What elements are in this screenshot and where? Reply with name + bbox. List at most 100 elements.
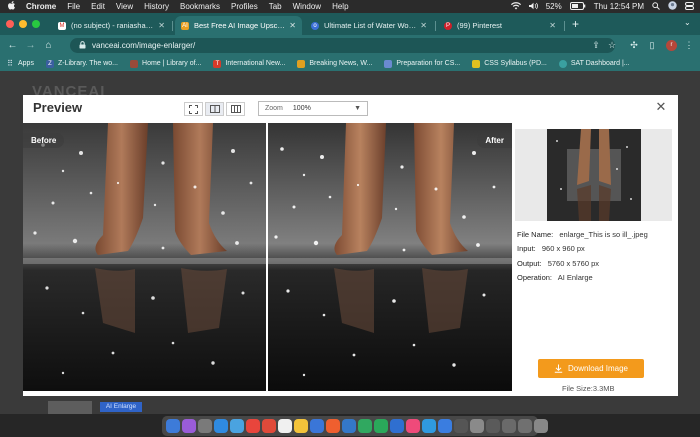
after-label: After (477, 133, 512, 148)
dock-app-icon[interactable] (358, 419, 372, 433)
dock-app-icon[interactable] (390, 419, 404, 433)
menu-profiles[interactable]: Profiles (231, 2, 258, 11)
bookmark-z-library[interactable]: Z Z-Library. The wo... (45, 59, 118, 68)
dock-app-icon[interactable] (486, 419, 500, 433)
info-key: Input: (517, 244, 536, 253)
forward-button[interactable]: → (24, 39, 37, 52)
bookmarks-bar: ⠿ Apps Z Z-Library. The wo... Home | Lib… (0, 56, 700, 71)
menu-help[interactable]: Help (332, 2, 348, 11)
address-bar[interactable]: vanceai.com/image-enlarger/ (70, 38, 615, 53)
bookmark-international-news[interactable]: T International New... (213, 59, 285, 68)
home-button[interactable]: ⌂ (42, 39, 55, 52)
tab-gmail[interactable]: M (no subject) - raniashahid09@... ✕ (52, 16, 171, 35)
zoom-select[interactable]: Zoom 100% ▼ (258, 101, 368, 116)
minimize-window-button[interactable] (19, 20, 27, 28)
tab-pinterest[interactable]: P (99) Pinterest ✕ (438, 16, 562, 35)
extensions-puzzle-icon[interactable]: ✣ (628, 39, 640, 51)
side-panel-icon[interactable]: ▯ (646, 39, 658, 51)
tab-close-icon[interactable]: ✕ (289, 21, 296, 30)
tab-water-words[interactable]: o Ultimate List of Water Words f... ✕ (305, 16, 433, 35)
bookmark-library[interactable]: Home | Library of... (130, 59, 202, 68)
menu-tab[interactable]: Tab (269, 2, 282, 11)
info-output: Output: 5760 x 5760 px (517, 259, 599, 268)
menu-window[interactable]: Window (293, 2, 321, 11)
dock-app-icon[interactable] (230, 419, 244, 433)
dock-app-icon[interactable] (278, 419, 292, 433)
tab-close-icon[interactable]: ✕ (420, 21, 427, 30)
info-input: Input: 960 x 960 px (517, 244, 585, 253)
after-image[interactable]: After (268, 123, 512, 391)
profile-avatar[interactable]: r (666, 40, 677, 51)
split-view-button[interactable] (205, 102, 224, 116)
user-avatar-icon[interactable] (668, 1, 677, 12)
dock-app-icon[interactable] (518, 419, 532, 433)
dock-app-icon[interactable] (438, 419, 452, 433)
bookmark-apps[interactable]: ⠿ Apps (6, 59, 34, 68)
wifi-icon[interactable] (510, 1, 521, 12)
maximize-window-button[interactable] (32, 20, 40, 28)
dock-app-icon[interactable] (214, 419, 228, 433)
z-library-icon: Z (45, 59, 54, 68)
menu-edit[interactable]: Edit (91, 2, 105, 11)
back-button[interactable]: ← (6, 39, 19, 52)
dock-app-icon[interactable] (246, 419, 260, 433)
css-icon (472, 59, 481, 68)
clock[interactable]: Thu 12:54 PM (594, 2, 644, 11)
fullscreen-view-button[interactable] (184, 102, 203, 116)
close-window-button[interactable] (6, 20, 14, 28)
bookmark-label: Home | Library of... (142, 60, 202, 67)
compare-view-icon (230, 105, 241, 113)
share-icon[interactable]: ⇪ (590, 39, 602, 51)
info-operation: Operation: AI Enlarge (517, 273, 593, 282)
caret-down-icon: ▼ (354, 105, 361, 112)
lock-icon[interactable] (79, 40, 86, 51)
dock-app-icon[interactable] (454, 419, 468, 433)
bookmark-breaking-news[interactable]: Breaking News, W... (297, 59, 372, 68)
dock-app-icon[interactable] (502, 419, 516, 433)
menu-file[interactable]: File (67, 2, 80, 11)
bookmark-sat-dashboard[interactable]: SAT Dashboard |... (558, 59, 630, 68)
bookmark-css-preparation[interactable]: Preparation for CS... (384, 59, 461, 68)
dock-app-icon[interactable] (294, 419, 308, 433)
menu-history[interactable]: History (144, 2, 169, 11)
dock-app-icon[interactable] (422, 419, 436, 433)
modal-header: Preview Zoom 100% ▼ ✕ (23, 95, 678, 122)
tab-title: Best Free AI Image Upscaler |... (194, 21, 285, 30)
dock-app-icon[interactable] (470, 419, 484, 433)
side-by-side-view-button[interactable] (226, 102, 245, 116)
dock-app-icon[interactable] (374, 419, 388, 433)
close-icon[interactable]: ✕ (654, 100, 668, 114)
dock-app-icon[interactable] (166, 419, 180, 433)
chrome-menu-icon[interactable]: ⋮ (683, 39, 695, 51)
menu-chrome[interactable]: Chrome (26, 2, 56, 11)
dock-app-icon[interactable] (182, 419, 196, 433)
menu-view[interactable]: View (116, 2, 133, 11)
vanceai-icon: AI (181, 21, 189, 30)
tab-close-icon[interactable]: ✕ (549, 21, 556, 30)
bookmark-star-icon[interactable]: ☆ (606, 39, 618, 51)
battery-icon[interactable] (569, 1, 586, 12)
download-image-button[interactable]: Download Image (538, 359, 644, 378)
before-image[interactable]: Before (23, 123, 266, 391)
dock-app-icon[interactable] (406, 419, 420, 433)
new-tab-button[interactable]: + (572, 17, 579, 31)
dock-app-icon[interactable] (342, 419, 356, 433)
tab-vanceai[interactable]: AI Best Free AI Image Upscaler |... ✕ (175, 16, 302, 35)
control-center-icon[interactable] (685, 1, 694, 12)
dock-app-icon[interactable] (326, 419, 340, 433)
tab-close-icon[interactable]: ✕ (158, 21, 165, 30)
info-value: 960 x 960 px (541, 244, 585, 253)
modal-title: Preview (33, 100, 83, 115)
tab-search-chevron-icon[interactable]: ⌄ (684, 18, 691, 27)
volume-icon[interactable] (528, 2, 538, 12)
bookmark-css-syllabus[interactable]: CSS Syllabus (PD... (472, 59, 547, 68)
dock-app-icon[interactable] (198, 419, 212, 433)
dock-app-icon[interactable] (534, 419, 548, 433)
apple-menu-icon[interactable] (8, 1, 16, 12)
dock-app-icon[interactable] (262, 419, 276, 433)
menu-bookmarks[interactable]: Bookmarks (180, 2, 220, 11)
dock-app-icon[interactable] (310, 419, 324, 433)
bookmark-label: Preparation for CS... (396, 60, 461, 67)
preview-modal: Preview Zoom 100% ▼ ✕ Before After File … (23, 95, 678, 396)
spotlight-search-icon[interactable] (652, 1, 660, 12)
